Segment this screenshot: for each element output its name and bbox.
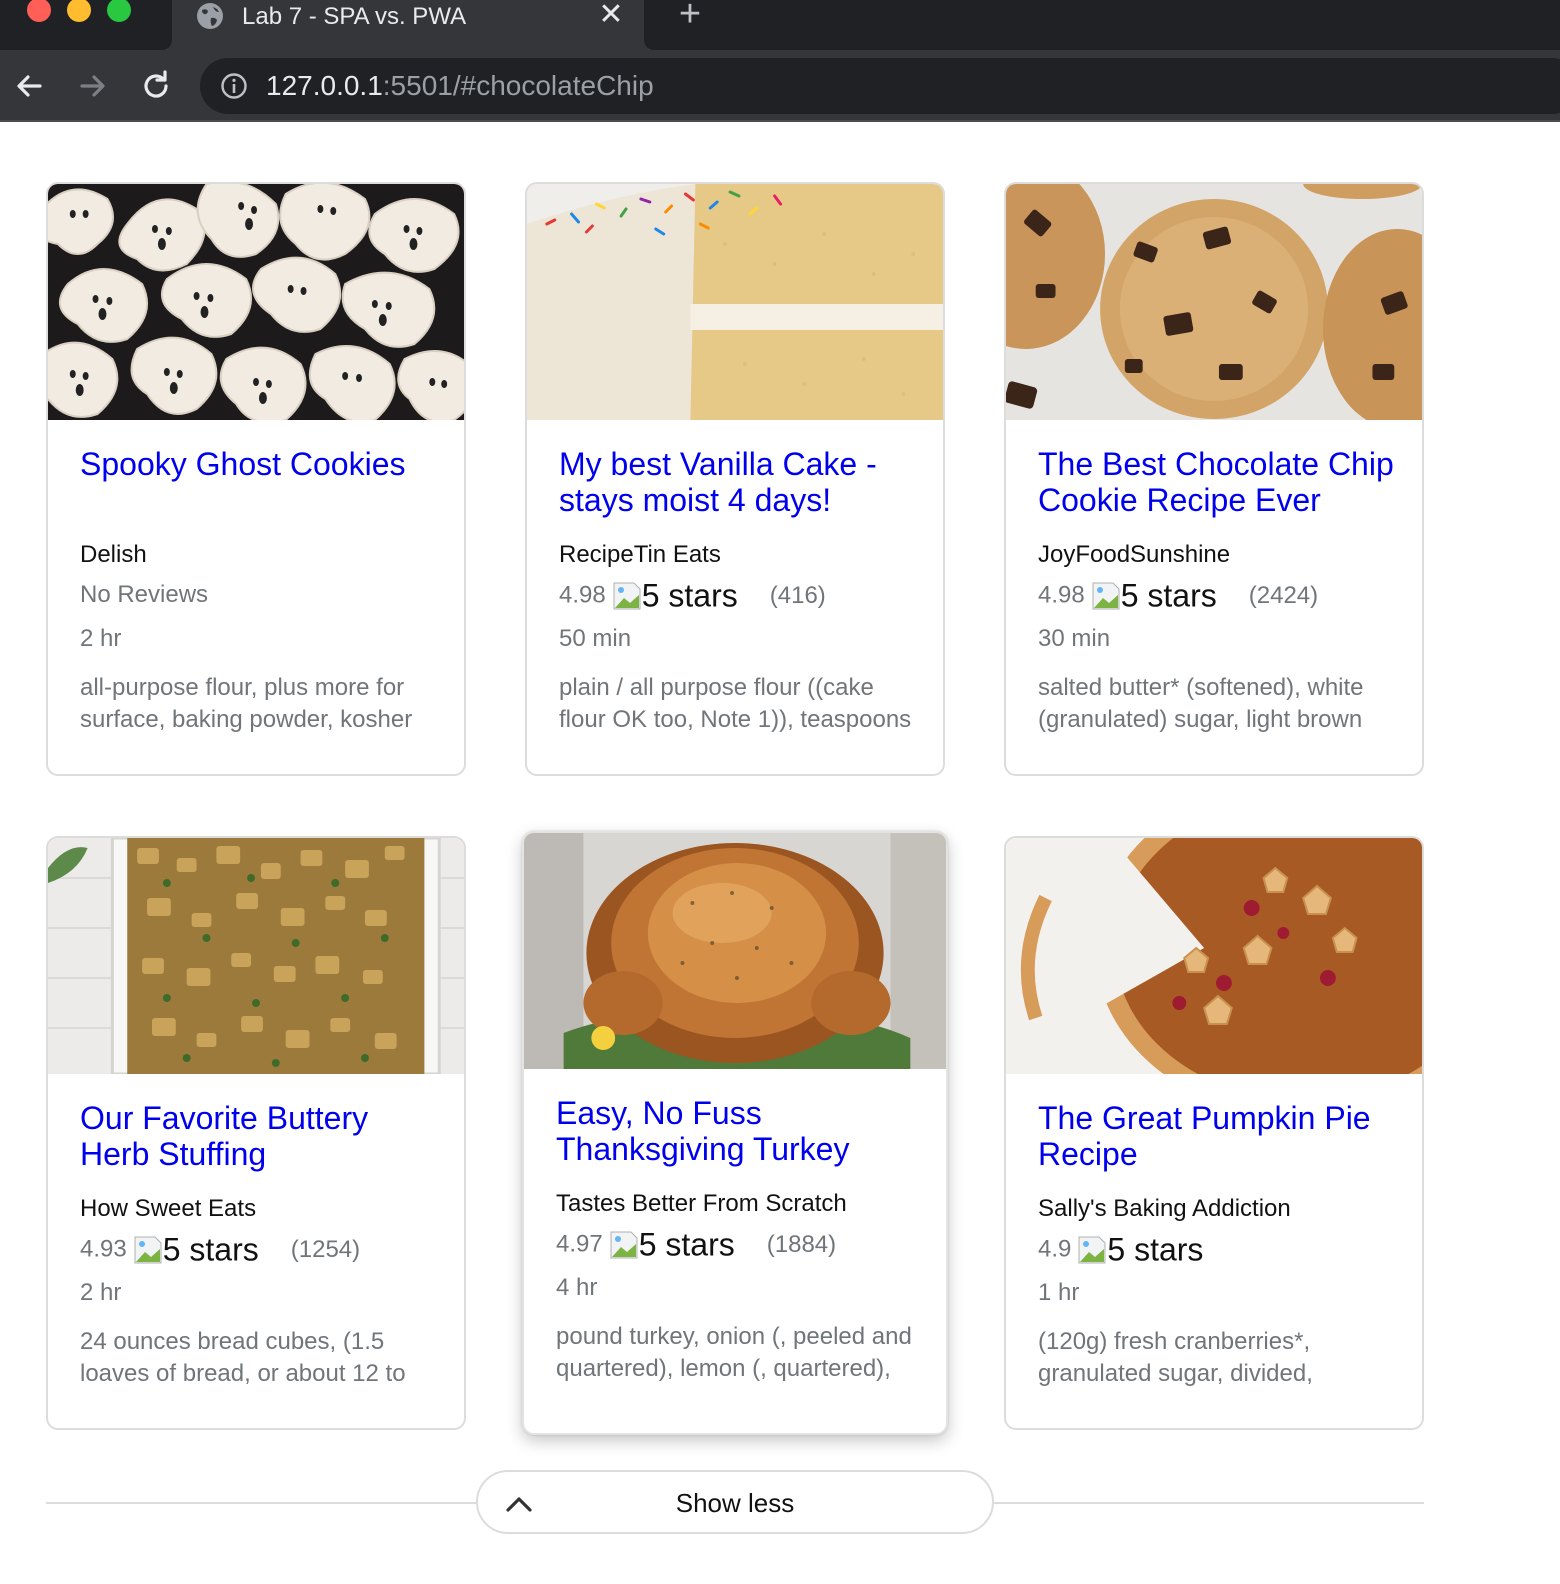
thanksgiving-turkey-image[interactable] xyxy=(524,833,946,1069)
reload-icon[interactable] xyxy=(136,66,176,106)
address-bar[interactable]: 127.0.0.1:5501/#chocolateChip xyxy=(200,58,1560,114)
recipe-card[interactable]: Our Favorite Buttery Herb Stuffing How S… xyxy=(46,836,466,1430)
recipe-time: 1 hr xyxy=(1038,1279,1080,1306)
recipe-rating: 4.97 5 stars (1884) xyxy=(556,1229,922,1263)
recipe-source: RecipeTin Eats xyxy=(559,541,721,568)
recipe-title-link[interactable]: My best Vanilla Cake - stays moist 4 day… xyxy=(559,446,919,532)
recipe-rating: 4.9 5 stars xyxy=(1038,1234,1398,1268)
new-tab-button[interactable]: + xyxy=(674,0,706,33)
no-reviews-text: No Reviews xyxy=(80,581,209,608)
recipe-source: Delish xyxy=(80,541,147,568)
recipe-title-link[interactable]: Our Favorite Buttery Herb Stuffing xyxy=(80,1100,440,1186)
tab-title: Lab 7 - SPA vs. PWA xyxy=(242,3,467,30)
browser-title-bar: Lab 7 - SPA vs. PWA ✕ + xyxy=(0,0,1560,50)
stars-alt-text: 5 stars xyxy=(638,1226,735,1263)
url-host: 127.0.0.1 xyxy=(266,70,383,101)
recipe-ingredients: 24 ounces bread cubes, (1.5 loaves of br… xyxy=(80,1328,406,1387)
recipe-ingredients: pound turkey, onion (, peeled and quarte… xyxy=(556,1323,912,1382)
minimize-window-button[interactable] xyxy=(67,0,91,22)
url-text[interactable]: 127.0.0.1:5501/#chocolateChip xyxy=(266,70,654,102)
rating-average: 4.98 xyxy=(1038,581,1085,609)
recipe-title-link[interactable]: Easy, No Fuss Thanksgiving Turkey xyxy=(556,1095,922,1181)
recipe-source: JoyFoodSunshine xyxy=(1038,541,1231,568)
browser-tab[interactable]: Lab 7 - SPA vs. PWA ✕ xyxy=(162,0,654,50)
recipe-source: How Sweet Eats xyxy=(80,1195,257,1222)
broken-image-icon xyxy=(1092,582,1120,610)
recipe-title-link[interactable]: The Best Chocolate Chip Cookie Recipe Ev… xyxy=(1038,446,1398,532)
recipe-time: 4 hr xyxy=(556,1274,598,1301)
recipe-card[interactable]: My best Vanilla Cake - stays moist 4 day… xyxy=(525,182,945,776)
rating-average: 4.98 xyxy=(559,581,606,609)
show-less-label: Show less xyxy=(675,1488,795,1518)
recipe-card[interactable]: Easy, No Fuss Thanksgiving Turkey Tastes… xyxy=(522,831,948,1435)
recipe-title-link[interactable]: The Great Pumpkin Pie Recipe xyxy=(1038,1100,1398,1186)
rating-average: 4.97 xyxy=(556,1230,603,1258)
broken-image-icon xyxy=(610,1231,638,1259)
recipe-time: 2 hr xyxy=(80,1279,122,1306)
recipe-time: 50 min xyxy=(559,625,632,652)
recipe-card[interactable]: Spooky Ghost Cookies Delish No Reviews 2… xyxy=(46,182,466,776)
close-window-button[interactable] xyxy=(27,0,51,22)
info-icon[interactable] xyxy=(220,72,248,100)
url-path: :5501/#chocolateChip xyxy=(382,70,654,101)
review-count: (1884) xyxy=(766,1230,837,1258)
broken-image-icon xyxy=(613,582,641,610)
recipe-title-link[interactable]: Spooky Ghost Cookies xyxy=(80,446,440,532)
rating-average: 4.93 xyxy=(80,1235,127,1263)
vanilla-cake-image[interactable] xyxy=(527,184,943,420)
review-count: (1254) xyxy=(290,1235,361,1263)
pumpkin-pie-image[interactable] xyxy=(1006,838,1422,1074)
stars-alt-text: 5 stars xyxy=(1120,577,1217,614)
recipe-ingredients: salted butter* (softened), white (granul… xyxy=(1038,674,1364,733)
stars-alt-text: 5 stars xyxy=(641,577,738,614)
recipe-ingredients: (120g) fresh cranberries*, granulated su… xyxy=(1038,1328,1313,1387)
globe-icon xyxy=(197,3,223,29)
recipe-source: Tastes Better From Scratch xyxy=(556,1190,847,1217)
recipe-rating: 4.98 5 stars (2424) xyxy=(1038,580,1398,614)
stars-alt-text: 5 stars xyxy=(162,1231,259,1268)
review-count: (2424) xyxy=(1248,581,1319,609)
broken-image-icon xyxy=(1078,1236,1106,1264)
browser-toolbar: 127.0.0.1:5501/#chocolateChip xyxy=(0,50,1560,122)
herb-stuffing-image[interactable] xyxy=(48,838,464,1074)
rating-average: 4.9 xyxy=(1038,1235,1072,1263)
recipe-ingredients: all-purpose flour, plus more for surface… xyxy=(80,674,413,733)
recipe-card[interactable]: The Great Pumpkin Pie Recipe Sally's Bak… xyxy=(1004,836,1424,1430)
maximize-window-button[interactable] xyxy=(107,0,131,22)
broken-image-icon xyxy=(134,1236,162,1264)
show-less-button[interactable]: Show less xyxy=(476,1470,994,1534)
recipe-rating: No Reviews xyxy=(80,580,440,614)
chocolate-chip-cookie-image[interactable] xyxy=(1006,184,1422,420)
recipe-source: Sally's Baking Addiction xyxy=(1038,1195,1291,1222)
back-arrow-icon[interactable] xyxy=(10,66,50,106)
recipe-time: 30 min xyxy=(1038,625,1111,652)
stars-alt-text: 5 stars xyxy=(1107,1231,1204,1268)
recipe-ingredients: plain / all purpose flour ((cake flour O… xyxy=(559,674,912,733)
recipe-time: 2 hr xyxy=(80,625,122,652)
recipe-card[interactable]: The Best Chocolate Chip Cookie Recipe Ev… xyxy=(1004,182,1424,776)
tab-close-button[interactable]: ✕ xyxy=(596,0,626,30)
ghost-cookies-image[interactable] xyxy=(48,184,464,420)
review-count: (416) xyxy=(769,581,826,609)
forward-arrow-icon[interactable] xyxy=(72,66,112,106)
recipe-rating: 4.93 5 stars (1254) xyxy=(80,1234,440,1268)
recipe-rating: 4.98 5 stars (416) xyxy=(559,580,919,614)
